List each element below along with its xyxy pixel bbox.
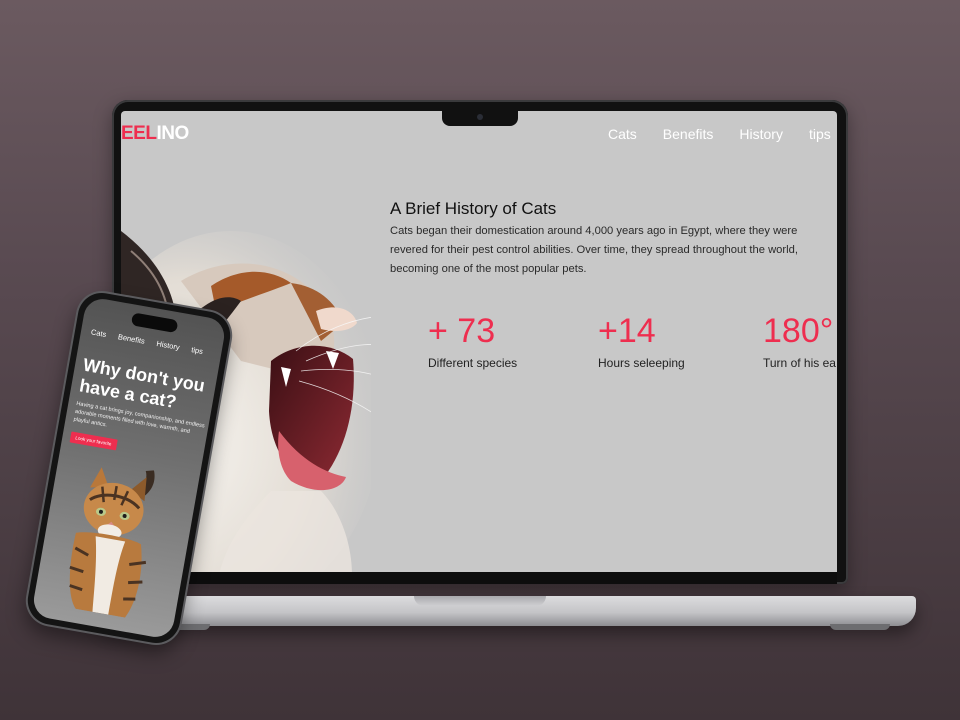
mobile-nav-benefits[interactable]: Benefits (117, 332, 145, 346)
mobile-nav-cats[interactable]: Cats (90, 327, 107, 339)
stat-value: +14 (598, 312, 656, 350)
logo-accent-text: EEL (121, 123, 157, 144)
mobile-nav-history[interactable]: History (156, 339, 181, 352)
logo-light-text: INO (156, 123, 189, 144)
tabby-cat-image (69, 467, 155, 618)
nav-item-cats[interactable]: Cats (608, 126, 637, 142)
stat-label: Different species (428, 356, 518, 370)
cta-button[interactable]: Look your favorite (69, 431, 118, 451)
nav-item-history[interactable]: History (739, 126, 783, 142)
history-title: A Brief History of Cats (390, 199, 557, 218)
site-logo[interactable]: EELINO (121, 123, 189, 145)
nav-item-tips[interactable]: tips (809, 126, 831, 142)
mobile-nav: Cats Benefits History tips (90, 327, 203, 356)
history-line: revered for their pest control abilities… (390, 244, 798, 256)
nav-item-benefits[interactable]: Benefits (663, 126, 714, 142)
stat-value: 180° (763, 312, 834, 350)
laptop-opening-groove (414, 596, 546, 606)
laptop-chin (121, 572, 837, 584)
dynamic-island (130, 312, 179, 334)
history-line: becoming one of the most popular pets. (390, 263, 587, 275)
main-nav: Cats Benefits History tips (608, 126, 831, 142)
stat-label: Hours seleeping (598, 356, 685, 370)
stat-value: + 73 (428, 312, 496, 350)
stat-label: Turn of his ea (763, 356, 836, 370)
camera-notch (442, 110, 518, 126)
phone-mockup: EO Cats Benefits History tips Why don't … (23, 289, 235, 647)
history-body: Cats began their domestication around 4,… (390, 222, 837, 279)
mobile-nav-tips[interactable]: tips (191, 345, 204, 356)
laptop-foot (830, 624, 890, 630)
history-line: Cats began their domestication around 4,… (390, 225, 798, 237)
phone-screen: EO Cats Benefits History tips Why don't … (30, 296, 228, 640)
stat-species: + 73 Different species (428, 311, 517, 370)
stat-ear-turn: 180° Turn of his ea (763, 311, 836, 370)
stat-sleep: +14 Hours seleeping (598, 311, 685, 370)
